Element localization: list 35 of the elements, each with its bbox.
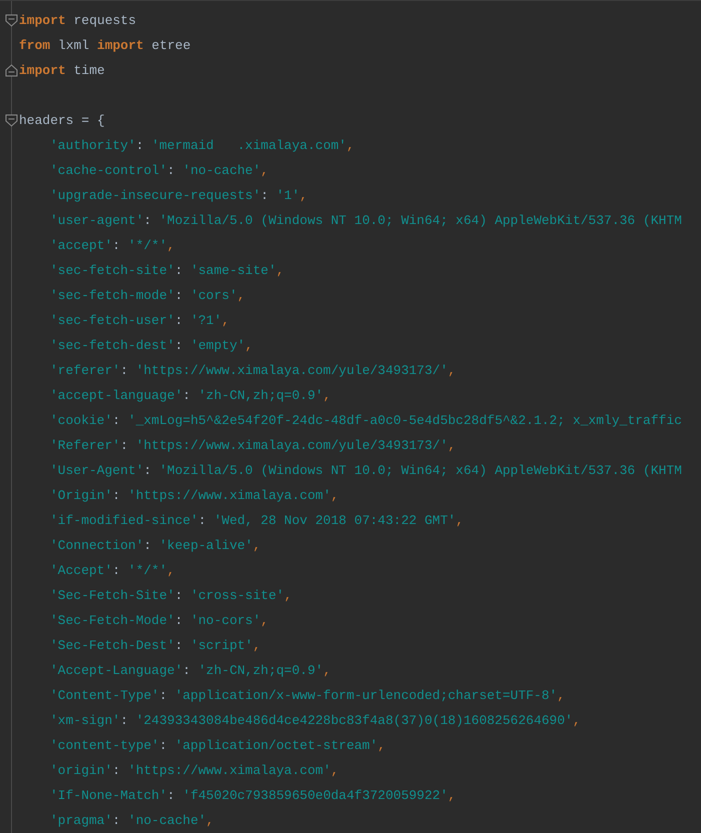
code-line: 'xm-sign': '24393343084be486d4ce4228bc83f4a8(37)0(18)1608256264690', [50,712,581,730]
code-line: 'If-None-Match': 'f45020c793859650e0da4f3720059922', [50,787,456,805]
code-line: 'User-Agent': 'Mozilla/5.0 (Windows NT 10.0; Win64; x64) AppleWebKit/537.36 (KHTM [50,462,682,480]
code-line: 'upgrade-insecure-requests': '1', [50,187,308,205]
code-line: from lxml import etree [19,37,191,55]
code-line: 'Referer': 'https://www.ximalaya.com/yule/3493173/', [50,437,456,455]
code-line: 'sec-fetch-mode': 'cors', [50,287,246,305]
code-line: import requests [19,12,136,30]
code-line: 'referer': 'https://www.ximalaya.com/yule/3493173/', [50,362,456,380]
code-line: 'origin': 'https://www.ximalaya.com', [50,762,339,780]
fold-icon[interactable] [5,14,18,27]
code-line: 'Sec-Fetch-Site': 'cross-site', [50,587,292,605]
code-line: 'Sec-Fetch-Mode': 'no-cors', [50,612,268,630]
code-line: 'user-agent': 'Mozilla/5.0 (Windows NT 10.0; Win64; x64) AppleWebKit/537.36 (KHTM [50,212,682,230]
code-line: 'Connection': 'keep-alive', [50,537,261,555]
fold-icon[interactable] [5,64,18,77]
code-line: 'sec-fetch-site': 'same-site', [50,262,284,280]
code-line: 'Accept': '*/*', [50,562,175,580]
code-line: 'if-modified-since': 'Wed, 28 Nov 2018 07:43:22 GMT', [50,512,464,530]
code-line: headers = { [19,112,105,130]
code-line: 'accept-language': 'zh-CN,zh;q=0.9', [50,387,331,405]
code-line: 'cookie': '_xmLog=h5^&2e54f20f-24dc-48df-a0c0-5e4d5bc28df5^&2.1.2; x_xmly_traffic [50,412,682,430]
code-line: 'pragma': 'no-cache', [50,812,214,830]
fold-icon[interactable] [5,114,18,127]
code-line: 'Origin': 'https://www.ximalaya.com', [50,487,339,505]
code-line: 'sec-fetch-user': '?1', [50,312,230,330]
code-line: import time [19,62,105,80]
code-line: 'Content-Type': 'application/x-www-form-urlencoded;charset=UTF-8', [50,687,565,705]
code-line: 'content-type': 'application/octet-stream', [50,737,386,755]
code-line: 'accept': '*/*', [50,237,175,255]
code-line: 'Accept-Language': 'zh-CN,zh;q=0.9', [50,662,331,680]
code-line: 'cache-control': 'no-cache', [50,162,268,180]
code-line: 'authority': 'mermaid .ximalaya.com', [50,137,354,155]
code-line: 'sec-fetch-dest': 'empty', [50,337,253,355]
code-line: 'Sec-Fetch-Dest': 'script', [50,637,261,655]
